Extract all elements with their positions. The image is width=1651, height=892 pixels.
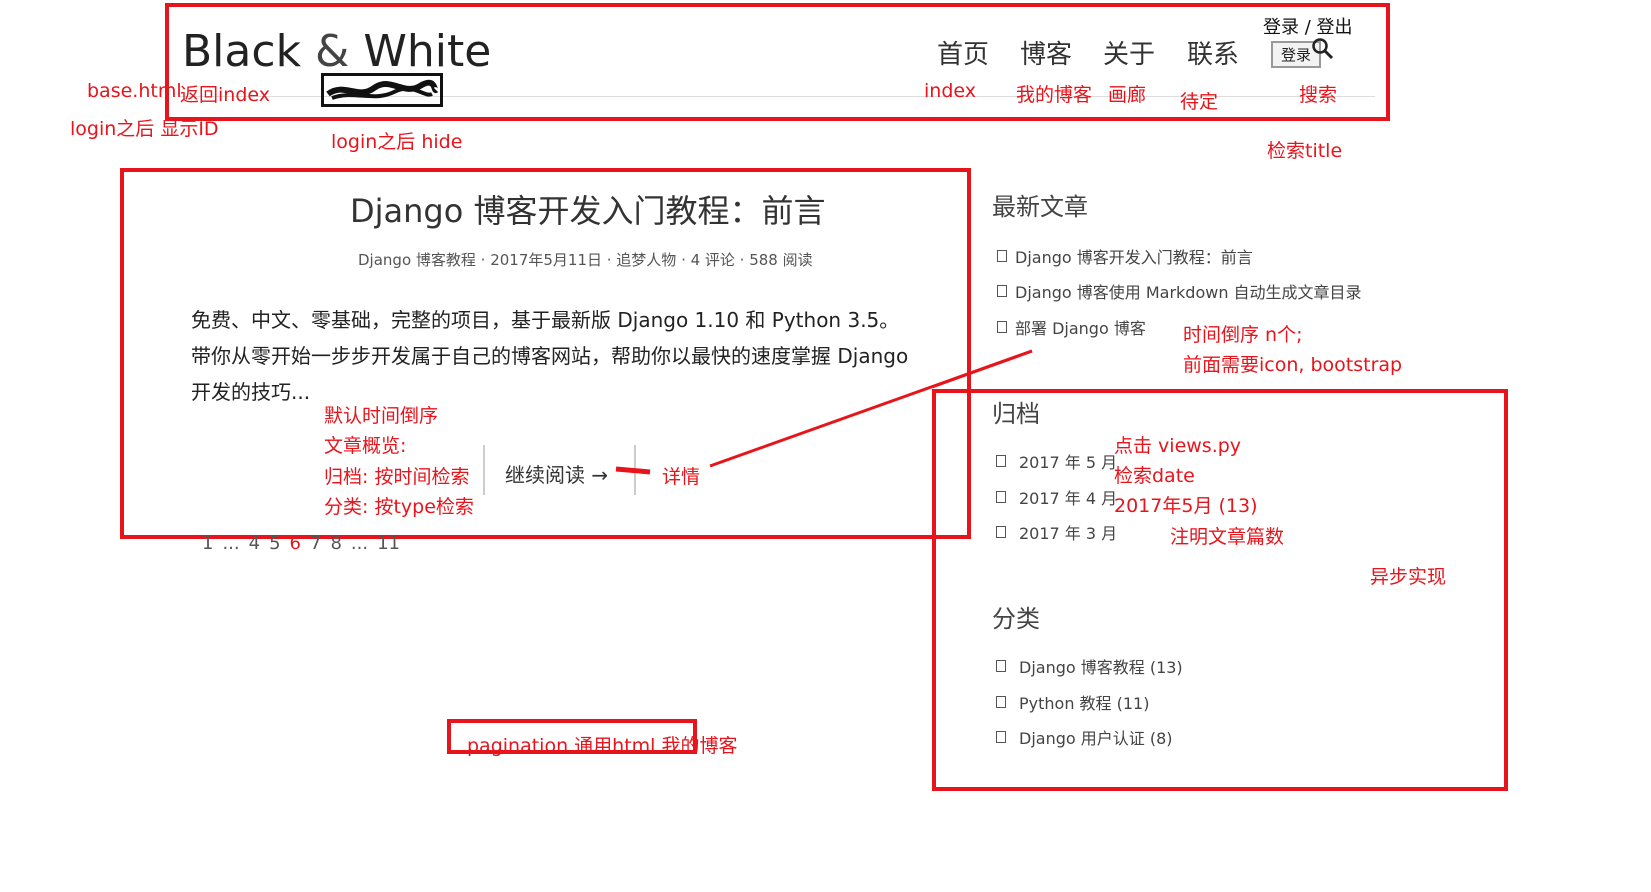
category-label: Django 用户认证 (8)	[1019, 729, 1173, 748]
latest-post-item[interactable]: Django 博客使用 Markdown 自动生成文章目录	[997, 279, 1362, 303]
archive-title: 归档	[992, 400, 1040, 428]
category-item[interactable]: Django 用户认证 (8)	[996, 725, 1173, 749]
category-label: Django 博客教程 (13)	[1019, 658, 1183, 677]
nav-item-blog[interactable]: 博客	[1020, 34, 1072, 71]
logo-white: White	[363, 26, 492, 77]
nav-item-home[interactable]: 首页	[937, 34, 989, 71]
annotation-nav-index: index	[924, 80, 976, 102]
annotation-archive-count: 注明文章篇数	[1170, 526, 1285, 548]
annotation-login-show-id: login之后 显示ID	[70, 118, 219, 140]
archive-item[interactable]: 2017 年 3 月	[996, 520, 1117, 544]
latest-post-label: 部署 Django 博客	[1015, 319, 1146, 338]
archive-label: 2017 年 4 月	[1019, 489, 1118, 508]
logo-black: Black	[182, 26, 302, 77]
latest-posts-title: 最新文章	[992, 193, 1088, 221]
category-label: Python 教程 (11)	[1019, 694, 1150, 713]
latest-post-label: Django 博客开发入门教程：前言	[1015, 248, 1253, 267]
annotation-back-index: 返回index	[180, 84, 270, 106]
post-meta: Django 博客教程 · 2017年5月11日 · 追梦人物 · 4 评论 ·…	[358, 251, 813, 269]
page-ellipsis: ...	[222, 533, 240, 554]
list-bullet-icon	[996, 526, 1006, 538]
read-more-left-divider	[483, 445, 485, 495]
annotation-detail: 详情	[662, 466, 701, 488]
annotation-nav-myblog: 我的博客	[1016, 84, 1093, 106]
read-more-link[interactable]: 继续阅读 →	[505, 459, 608, 488]
list-bullet-icon	[996, 455, 1006, 467]
page-link-1[interactable]: 1	[202, 533, 213, 554]
list-bullet-icon	[997, 285, 1007, 297]
scribble-mark	[326, 79, 439, 100]
category-item[interactable]: Django 博客教程 (13)	[996, 654, 1183, 678]
search-icon-glyph	[1312, 38, 1334, 60]
annotation-async: 异步实现	[1370, 566, 1447, 588]
search-icon[interactable]	[1311, 37, 1335, 65]
category-item[interactable]: Python 教程 (11)	[996, 690, 1149, 714]
page-link-8[interactable]: 8	[330, 533, 341, 554]
site-logo[interactable]: Black & White	[182, 26, 491, 77]
archive-label: 2017 年 3 月	[1019, 524, 1118, 543]
annotation-category-by-type: 分类: 按type检索	[324, 496, 474, 518]
page-link-6-current[interactable]: 6	[290, 533, 301, 554]
latest-post-item[interactable]: Django 博客开发入门教程：前言	[997, 244, 1253, 268]
latest-post-label: Django 博客使用 Markdown 自动生成文章目录	[1015, 283, 1362, 302]
list-bullet-icon	[996, 696, 1006, 708]
annotation-nav-pending: 待定	[1180, 91, 1219, 113]
annotation-base-html: base.html	[87, 80, 182, 102]
page-link-4[interactable]: 4	[249, 533, 260, 554]
login-logout-link[interactable]: 登录 / 登出	[1263, 13, 1353, 39]
annotation-latest-icon: 前面需要icon, bootstrap	[1183, 354, 1403, 376]
latest-post-item[interactable]: 部署 Django 博客	[997, 315, 1146, 339]
annotation-search-title: 检索title	[1267, 140, 1343, 162]
annotation-archive-date: 检索date	[1114, 465, 1195, 487]
list-bullet-icon	[996, 491, 1006, 503]
annotation-archive-click: 点击 views.py	[1114, 435, 1242, 457]
nav-item-contact[interactable]: 联系	[1187, 34, 1239, 71]
list-bullet-icon	[997, 250, 1007, 262]
page-link-11[interactable]: 11	[377, 533, 400, 554]
annotation-latest-order: 时间倒序 n个;	[1183, 324, 1303, 346]
read-more-right-divider	[634, 445, 636, 495]
archive-label: 2017 年 5 月	[1019, 453, 1118, 472]
post-excerpt: 免费、中文、零基础，完整的项目，基于最新版 Django 1.10 和 Pyth…	[191, 308, 909, 404]
pagination: 1 ... 4 5 6 7 8 ... 11	[202, 533, 400, 554]
page-link-7[interactable]: 7	[310, 533, 321, 554]
annotation-login-hide: login之后 hide	[331, 131, 463, 153]
scribbled-login-link	[321, 73, 443, 107]
logo-amp: &	[315, 26, 350, 77]
page-link-5[interactable]: 5	[269, 533, 280, 554]
list-bullet-icon	[996, 731, 1006, 743]
nav-item-about[interactable]: 关于	[1103, 34, 1155, 71]
list-bullet-icon	[997, 321, 1007, 333]
annotation-default-order: 默认时间倒序	[324, 405, 439, 427]
annotation-search: 搜索	[1299, 84, 1338, 106]
annotation-pagination: pagination 通用html 我的博客	[467, 735, 738, 757]
annotation-archive-example: 2017年5月 (13)	[1114, 495, 1258, 517]
page-ellipsis: ...	[350, 533, 369, 554]
archive-item[interactable]: 2017 年 4 月	[996, 485, 1117, 509]
post-title[interactable]: Django 博客开发入门教程：前言	[350, 186, 826, 232]
archive-item[interactable]: 2017 年 5 月	[996, 449, 1117, 473]
annotation-nav-gallery: 画廊	[1108, 84, 1147, 106]
category-title: 分类	[992, 605, 1040, 633]
list-bullet-icon	[996, 660, 1006, 672]
annotation-post-overview: 文章概览:	[324, 435, 407, 457]
annotation-archive-by-time: 归档: 按时间检索	[324, 466, 470, 488]
